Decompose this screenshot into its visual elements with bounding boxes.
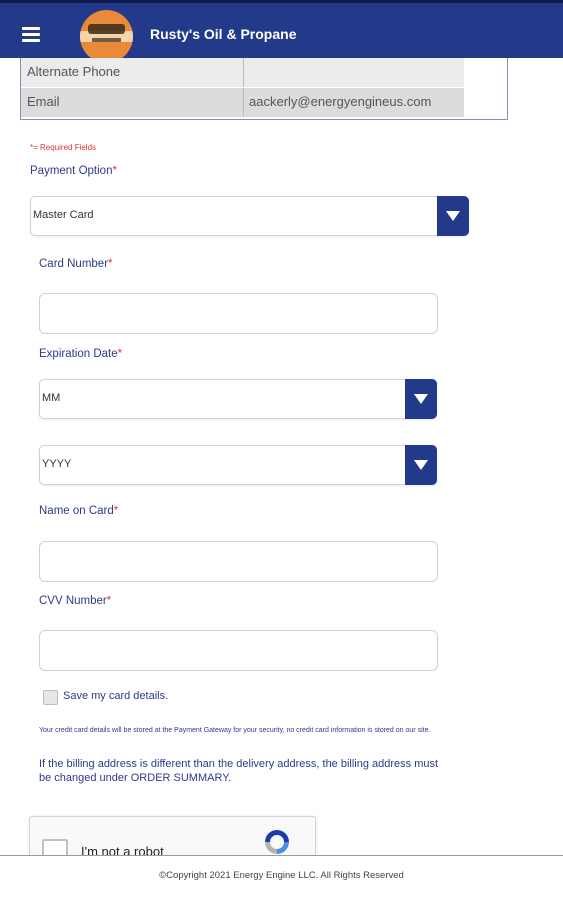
contact-row-email: Email aackerly@energyengineus.com [21, 88, 464, 117]
contact-info-table: Alternate Phone Email aackerly@energyeng… [20, 58, 508, 120]
expiration-month-select[interactable]: MM [39, 379, 437, 419]
contact-value: aackerly@energyengineus.com [249, 94, 432, 109]
billing-address-notice: If the billing address is different than… [39, 758, 439, 784]
name-on-card-input[interactable] [39, 541, 438, 582]
card-number-label: Card Number* [39, 258, 113, 270]
chevron-down-icon[interactable] [405, 379, 437, 419]
save-card-checkbox[interactable] [43, 690, 58, 705]
name-on-card-label: Name on Card* [39, 505, 119, 517]
page-footer: ©Copyright 2021 Energy Engine LLC. All R… [0, 855, 563, 900]
chevron-down-icon[interactable] [437, 196, 469, 236]
expiration-year-select[interactable]: YYYY [39, 445, 437, 485]
contact-row-alternate-phone: Alternate Phone [21, 58, 464, 87]
payment-option-label: Payment Option* [30, 165, 117, 177]
cvv-number-label: CVV Number* [39, 595, 112, 607]
hamburger-icon[interactable] [22, 27, 40, 42]
payment-option-value: Master Card [33, 209, 94, 221]
expiration-year-value: YYYY [42, 458, 72, 470]
cvv-number-input[interactable] [39, 630, 438, 671]
card-number-input[interactable] [39, 293, 438, 334]
contact-label: Email [27, 94, 60, 109]
app-header: Rusty's Oil & Propane [0, 0, 563, 63]
required-fields-note: *= Required Fields [30, 143, 97, 152]
expiration-month-value: MM [42, 392, 61, 404]
recaptcha-icon [265, 830, 289, 854]
card-storage-notice: Your credit card details will be stored … [39, 727, 431, 734]
expiration-date-label: Expiration Date* [39, 348, 123, 360]
chevron-down-icon[interactable] [405, 445, 437, 485]
payment-option-select[interactable]: Master Card [30, 196, 469, 236]
contact-label: Alternate Phone [27, 64, 121, 79]
company-logo[interactable] [80, 10, 133, 63]
app-title: Rusty's Oil & Propane [150, 26, 297, 42]
save-card-label[interactable]: Save my card details. [63, 690, 168, 702]
copyright-text: ©Copyright 2021 Energy Engine LLC. All R… [159, 870, 404, 881]
